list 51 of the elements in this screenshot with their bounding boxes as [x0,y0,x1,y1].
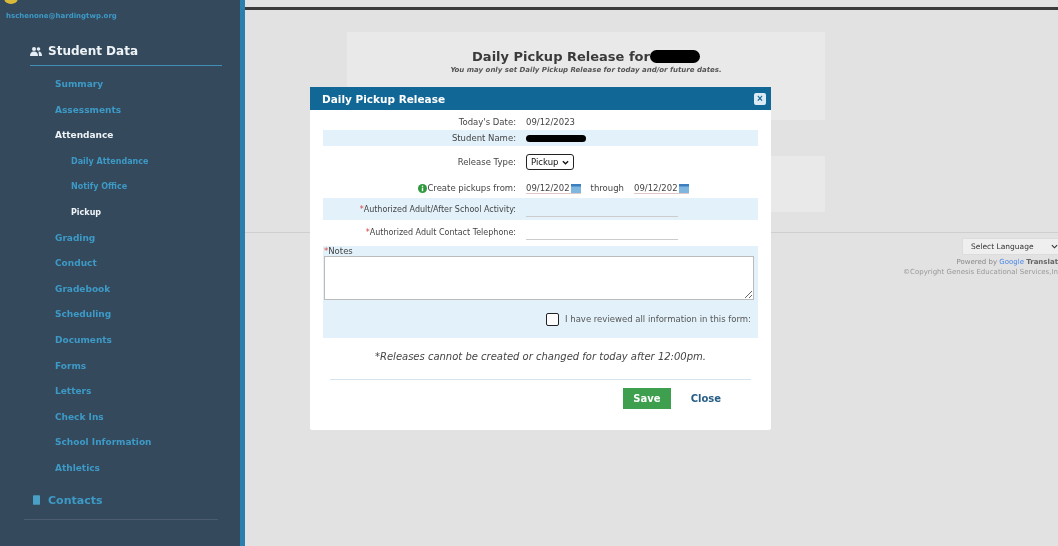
caret-icon [562,159,570,165]
date-field[interactable]: 09/12/202 [526,182,581,194]
calendar-icon[interactable] [570,182,581,193]
notes-label: Notes [328,246,353,256]
save-button[interactable]: Save [623,388,671,409]
sidebar-item[interactable]: Letters [0,379,240,405]
caret-icon [1051,244,1058,249]
field-label: Authorized Adult/After School Activity: [363,204,516,214]
required-marker: * [359,204,364,214]
people-icon [30,46,42,56]
sidebar-subitem[interactable]: Pickup [0,199,240,226]
sidebar-item[interactable]: Forms [0,353,240,380]
sidebar-item[interactable]: Summary [0,72,240,98]
sidebar-item[interactable]: Conduct [0,251,240,277]
redaction-mark [649,50,700,63]
sidebar-item[interactable]: Athletics [0,455,240,482]
checkbox-label: I have reviewed all information in this form: [565,314,751,324]
field-label: Today's Date: [458,117,516,127]
date-field[interactable]: 09/12/202 [634,182,689,194]
release-type-select[interactable]: Pickup [526,154,575,170]
sidebar-item[interactable]: Grading [0,225,240,252]
sidebar-item[interactable]: School Information [0,430,240,456]
sidebar-item[interactable]: Check Ins [0,404,240,431]
contacts-heading[interactable]: Contacts [48,493,103,507]
through-label: through [590,183,624,193]
footnote-text: *Releases cannot be created or changed for today after 12:00pm. [374,350,707,364]
sidebar-item[interactable]: Gradebook [0,276,240,303]
sidebar-item[interactable]: Scheduling [0,302,240,328]
sidebar-item[interactable]: Attendance [0,123,240,149]
sidebar-subitem[interactable]: Notify Office [0,174,240,200]
book-icon [33,495,40,505]
field-label: Authorized Adult Contact Telephone: [369,227,516,237]
required-marker: * [365,227,370,237]
redaction-mark [526,134,586,142]
info-icon [418,183,428,193]
page-title: Daily Pickup Release for [472,49,650,64]
close-button[interactable]: Close [690,393,721,404]
field-label: Release Type: [457,157,516,167]
required-marker: * [324,246,329,256]
field-value: 09/12/2023 [526,117,575,127]
sidebar-item[interactable]: Assessments [0,97,240,124]
calendar-icon[interactable] [678,182,689,193]
field-label: Create pickups from: [427,183,516,193]
close-button[interactable]: × [754,92,766,105]
sidebar-item[interactable]: Documents [0,327,240,354]
notes-field[interactable] [324,256,754,300]
section-heading[interactable]: Student Data [48,44,138,58]
sidebar-subitem[interactable]: Daily Attendance [0,148,240,175]
dialog-title: Daily Pickup Release [322,92,446,105]
field-label: Student Name: [451,133,516,143]
checkbox[interactable] [546,312,560,326]
